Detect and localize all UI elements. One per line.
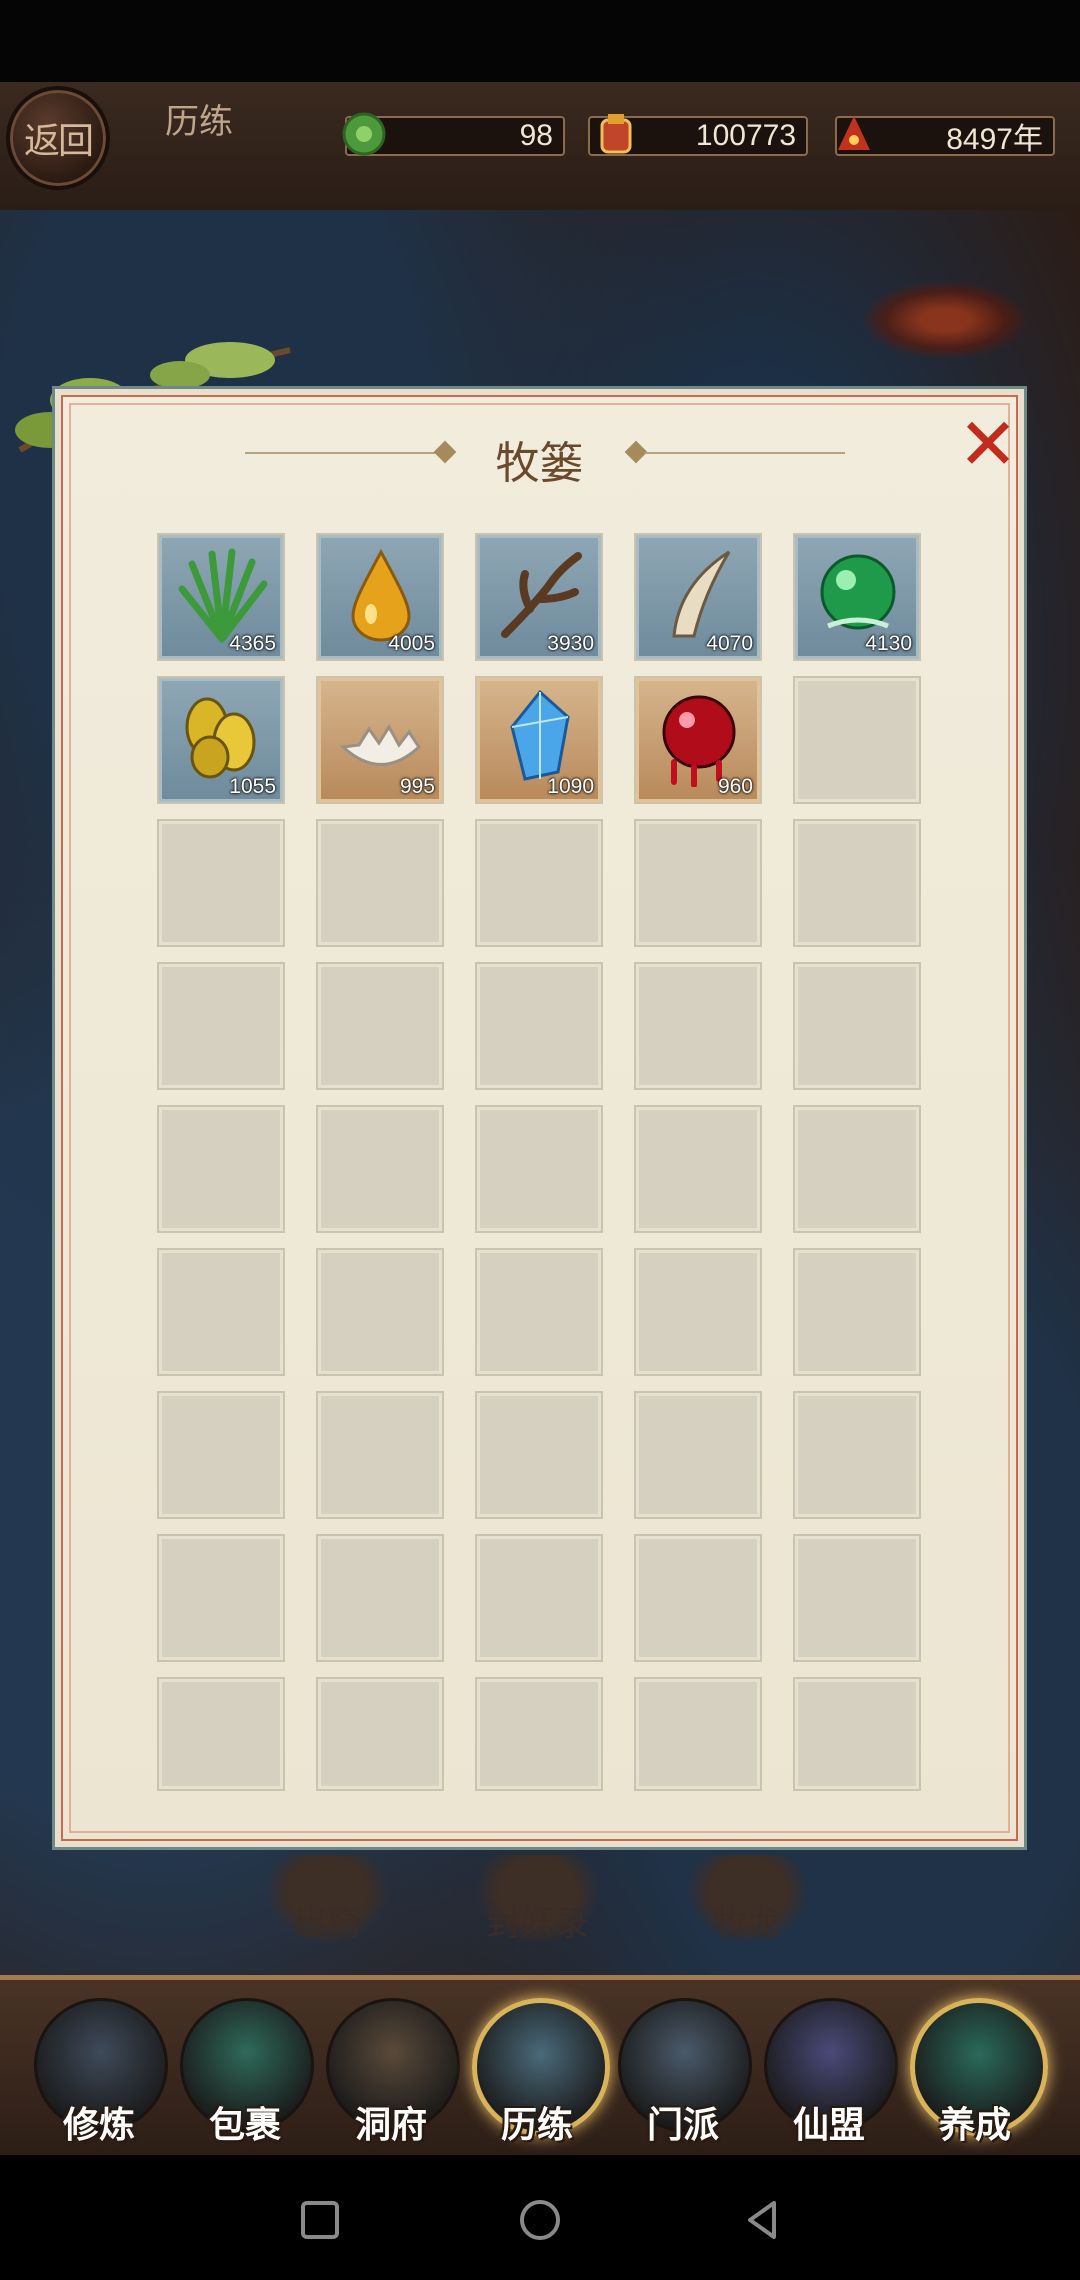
- item-count: 4365: [229, 632, 276, 655]
- nav-label: 修炼: [62, 2104, 135, 2146]
- inventory-slot[interactable]: 1055: [159, 678, 283, 802]
- empty-slot[interactable]: [318, 1679, 442, 1789]
- title-divider-right: [645, 452, 845, 454]
- branch-icon: [501, 552, 582, 638]
- empty-slot[interactable]: [795, 1536, 919, 1660]
- empty-slot[interactable]: [636, 821, 760, 945]
- empty-slot[interactable]: [159, 1393, 283, 1517]
- tab-fengyaolu[interactable]: 封妖录: [475, 1855, 600, 1945]
- lifespan-value: 8497年: [946, 123, 1043, 156]
- empty-slot[interactable]: [318, 1536, 442, 1660]
- empty-slot[interactable]: [795, 1393, 919, 1517]
- treasure-pouch-icon: [590, 108, 642, 160]
- empty-slot[interactable]: [159, 964, 283, 1088]
- tab-mulong[interactable]: 牧龙: [685, 1855, 810, 1945]
- empty-slot[interactable]: [477, 1536, 601, 1660]
- empty-slot[interactable]: [795, 678, 919, 802]
- green-orb-icon: [820, 554, 896, 630]
- golden-drop-icon: [351, 548, 411, 642]
- empty-slot[interactable]: [159, 1107, 283, 1231]
- empty-slot[interactable]: [477, 1679, 601, 1789]
- gold-seeds-icon: [185, 697, 256, 779]
- circle-icon[interactable]: [515, 2195, 565, 2245]
- lifespan-icon: [828, 108, 880, 160]
- inventory-slot[interactable]: 3930: [477, 535, 601, 659]
- item-count: 4005: [388, 632, 435, 655]
- empty-slot[interactable]: [795, 964, 919, 1088]
- inventory-slot[interactable]: 995: [318, 678, 442, 802]
- triangle-back-icon[interactable]: [738, 2195, 788, 2245]
- empty-slot[interactable]: [636, 1107, 760, 1231]
- empty-slot[interactable]: [477, 1250, 601, 1374]
- inventory-slot[interactable]: 4130: [795, 535, 919, 659]
- nav-item[interactable]: 养成: [906, 1998, 1048, 2146]
- empty-slot[interactable]: [477, 1393, 601, 1517]
- grass-icon: [178, 548, 268, 643]
- eggshell-icon: [339, 724, 421, 766]
- nav-label: 洞府: [354, 2104, 427, 2146]
- lava-region: [860, 280, 1030, 360]
- inventory-slot[interactable]: 4365: [159, 535, 283, 659]
- empty-slot[interactable]: [636, 1679, 760, 1789]
- empty-slot[interactable]: [318, 964, 442, 1088]
- nav-label: 养成: [938, 2104, 1011, 2146]
- item-count: 960: [717, 775, 753, 798]
- page-title: 历练: [165, 102, 233, 142]
- nav-item[interactable]: 门派: [614, 1998, 752, 2146]
- nav-label: 门派: [646, 2104, 719, 2146]
- empty-slot[interactable]: [636, 1393, 760, 1517]
- nav-item[interactable]: 包裹: [176, 1998, 314, 2146]
- empty-slot[interactable]: [795, 1250, 919, 1374]
- green-jade-icon: [338, 108, 390, 160]
- back-button[interactable]: 返回: [6, 86, 110, 190]
- empty-slot[interactable]: [318, 1393, 442, 1517]
- item-count: 4130: [865, 632, 912, 655]
- square-icon[interactable]: [295, 2195, 345, 2245]
- empty-slot[interactable]: [636, 1250, 760, 1374]
- nav-item[interactable]: 仙盟: [760, 1998, 898, 2146]
- inventory-slot[interactable]: 1090: [477, 678, 601, 802]
- tab-chuqiao[interactable]: 出窍: [265, 1855, 390, 1945]
- empty-slot[interactable]: [318, 1250, 442, 1374]
- empty-slot[interactable]: [636, 1536, 760, 1660]
- panel-title: 牧篓: [495, 438, 584, 489]
- status-bar: [0, 0, 1080, 82]
- empty-slot[interactable]: [159, 1536, 283, 1660]
- empty-slot[interactable]: [795, 1679, 919, 1789]
- item-count: 4070: [706, 632, 753, 655]
- inventory-slot[interactable]: 4005: [318, 535, 442, 659]
- empty-slot[interactable]: [159, 1679, 283, 1789]
- empty-slot[interactable]: [318, 821, 442, 945]
- close-icon[interactable]: ✕: [953, 408, 1023, 480]
- item-count: 1090: [547, 775, 594, 798]
- item-count: 3930: [547, 632, 594, 655]
- jade-value: 98: [519, 119, 553, 152]
- empty-slot[interactable]: [159, 821, 283, 945]
- inventory-slot[interactable]: 960: [636, 678, 760, 802]
- item-count: 995: [399, 775, 435, 798]
- empty-slot[interactable]: [477, 964, 601, 1088]
- empty-slot[interactable]: [795, 821, 919, 945]
- nav-item[interactable]: 洞府: [322, 1998, 460, 2146]
- pasture-basket-panel: 牧篓 ✕ 4365 4005 3930 4070 4130 1055 995 1090 960: [52, 386, 1027, 1850]
- nav-label: 仙盟: [792, 2104, 865, 2146]
- blue-crystal-icon: [510, 689, 570, 781]
- empty-slot[interactable]: [795, 1107, 919, 1231]
- empty-slot[interactable]: [477, 821, 601, 945]
- empty-slot[interactable]: [477, 1107, 601, 1231]
- nav-label: 包裹: [208, 2104, 281, 2146]
- empty-slot[interactable]: [318, 1107, 442, 1231]
- nav-item[interactable]: 历练: [468, 1998, 610, 2146]
- nav-label: 历练: [500, 2104, 573, 2146]
- pouch-value: 100773: [695, 119, 796, 152]
- item-count: 1055: [229, 775, 276, 798]
- blood-orb-icon: [662, 695, 736, 787]
- horn-icon: [672, 550, 731, 638]
- nav-item[interactable]: 修炼: [30, 1998, 168, 2146]
- empty-slot[interactable]: [159, 1250, 283, 1374]
- empty-slot[interactable]: [636, 964, 760, 1088]
- inventory-slot[interactable]: 4070: [636, 535, 760, 659]
